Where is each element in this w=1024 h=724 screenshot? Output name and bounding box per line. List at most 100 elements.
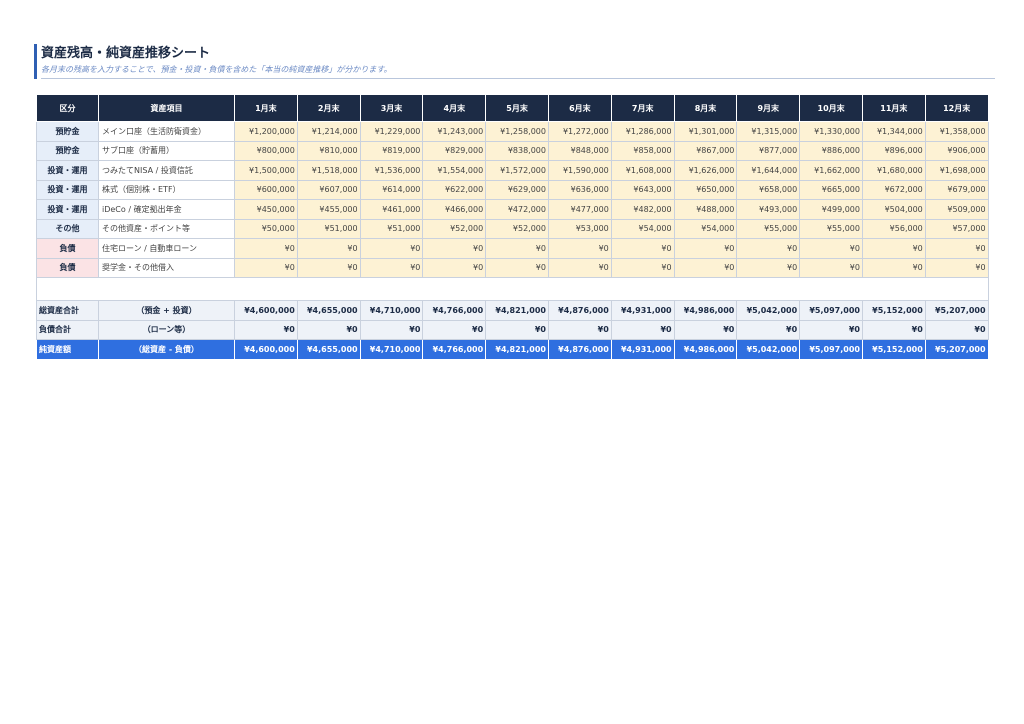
- value-input-cell[interactable]: ¥477,000: [547, 199, 612, 220]
- value-input-cell[interactable]: ¥0: [485, 238, 549, 259]
- value-input-cell[interactable]: ¥0: [234, 238, 298, 259]
- value-input-cell[interactable]: ¥0: [485, 257, 549, 278]
- value-input-cell[interactable]: ¥0: [234, 257, 298, 278]
- value-input-cell[interactable]: ¥53,000: [547, 218, 612, 239]
- value-input-cell[interactable]: ¥600,000: [234, 179, 298, 200]
- value-input-cell[interactable]: ¥679,000: [924, 179, 989, 200]
- value-input-cell[interactable]: ¥455,000: [296, 199, 361, 220]
- value-input-cell[interactable]: ¥509,000: [924, 199, 989, 220]
- value-input-cell[interactable]: ¥665,000: [799, 179, 863, 200]
- value-input-cell[interactable]: ¥0: [547, 257, 612, 278]
- value-input-cell[interactable]: ¥0: [673, 257, 738, 278]
- value-input-cell[interactable]: ¥1,315,000: [736, 121, 801, 142]
- value-input-cell[interactable]: ¥1,608,000: [610, 160, 675, 181]
- value-input-cell[interactable]: ¥51,000: [359, 218, 424, 239]
- value-input-cell[interactable]: ¥810,000: [296, 140, 361, 161]
- value-input-cell[interactable]: ¥55,000: [736, 218, 801, 239]
- item-cell[interactable]: サブ口座（貯蓄用）: [98, 140, 235, 161]
- value-input-cell[interactable]: ¥622,000: [422, 179, 487, 200]
- value-input-cell[interactable]: ¥1,200,000: [234, 121, 298, 142]
- value-input-cell[interactable]: ¥658,000: [736, 179, 801, 200]
- item-cell[interactable]: メイン口座（生活防衛資金）: [98, 121, 235, 142]
- value-input-cell[interactable]: ¥1,662,000: [799, 160, 863, 181]
- value-input-cell[interactable]: ¥472,000: [485, 199, 549, 220]
- value-input-cell[interactable]: ¥858,000: [610, 140, 675, 161]
- value-input-cell[interactable]: ¥1,286,000: [610, 121, 675, 142]
- value-input-cell[interactable]: ¥55,000: [799, 218, 863, 239]
- value-input-cell[interactable]: ¥650,000: [673, 179, 738, 200]
- value-input-cell[interactable]: ¥57,000: [924, 218, 989, 239]
- value-input-cell[interactable]: ¥0: [359, 257, 424, 278]
- value-input-cell[interactable]: ¥886,000: [799, 140, 863, 161]
- value-input-cell[interactable]: ¥1,644,000: [736, 160, 801, 181]
- item-cell[interactable]: 住宅ローン / 自動車ローン: [98, 238, 235, 259]
- value-input-cell[interactable]: ¥50,000: [234, 218, 298, 239]
- value-input-cell[interactable]: ¥488,000: [673, 199, 738, 220]
- value-input-cell[interactable]: ¥466,000: [422, 199, 487, 220]
- value-input-cell[interactable]: ¥52,000: [485, 218, 549, 239]
- value-input-cell[interactable]: ¥0: [610, 257, 675, 278]
- value-input-cell[interactable]: ¥0: [736, 257, 801, 278]
- value-input-cell[interactable]: ¥54,000: [673, 218, 738, 239]
- value-input-cell[interactable]: ¥819,000: [359, 140, 424, 161]
- value-input-cell[interactable]: ¥0: [799, 257, 863, 278]
- value-input-cell[interactable]: ¥629,000: [485, 179, 549, 200]
- value-input-cell[interactable]: ¥848,000: [547, 140, 612, 161]
- value-input-cell[interactable]: ¥51,000: [296, 218, 361, 239]
- value-input-cell[interactable]: ¥0: [296, 238, 361, 259]
- value-input-cell[interactable]: ¥1,590,000: [547, 160, 612, 181]
- value-input-cell[interactable]: ¥1,358,000: [924, 121, 989, 142]
- value-input-cell[interactable]: ¥0: [924, 257, 989, 278]
- value-input-cell[interactable]: ¥1,572,000: [485, 160, 549, 181]
- value-input-cell[interactable]: ¥614,000: [359, 179, 424, 200]
- value-input-cell[interactable]: ¥1,214,000: [296, 121, 361, 142]
- value-input-cell[interactable]: ¥0: [422, 238, 487, 259]
- item-cell[interactable]: iDeCo / 確定拠出年金: [98, 199, 235, 220]
- value-input-cell[interactable]: ¥0: [861, 238, 926, 259]
- value-input-cell[interactable]: ¥1,229,000: [359, 121, 424, 142]
- value-input-cell[interactable]: ¥1,518,000: [296, 160, 361, 181]
- value-input-cell[interactable]: ¥499,000: [799, 199, 863, 220]
- value-input-cell[interactable]: ¥1,243,000: [422, 121, 487, 142]
- value-input-cell[interactable]: ¥607,000: [296, 179, 361, 200]
- value-input-cell[interactable]: ¥0: [610, 238, 675, 259]
- value-input-cell[interactable]: ¥829,000: [422, 140, 487, 161]
- value-input-cell[interactable]: ¥493,000: [736, 199, 801, 220]
- value-input-cell[interactable]: ¥0: [799, 238, 863, 259]
- value-input-cell[interactable]: ¥1,554,000: [422, 160, 487, 181]
- value-input-cell[interactable]: ¥0: [359, 238, 424, 259]
- item-cell[interactable]: 株式（個別株・ETF）: [98, 179, 235, 200]
- value-input-cell[interactable]: ¥1,301,000: [673, 121, 738, 142]
- value-input-cell[interactable]: ¥54,000: [610, 218, 675, 239]
- value-input-cell[interactable]: ¥1,626,000: [673, 160, 738, 181]
- item-cell[interactable]: 奨学金・その他借入: [98, 257, 235, 278]
- value-input-cell[interactable]: ¥0: [296, 257, 361, 278]
- value-input-cell[interactable]: ¥906,000: [924, 140, 989, 161]
- value-input-cell[interactable]: ¥877,000: [736, 140, 801, 161]
- value-input-cell[interactable]: ¥56,000: [861, 218, 926, 239]
- item-cell[interactable]: つみたてNISA / 投資信託: [98, 160, 235, 181]
- value-input-cell[interactable]: ¥867,000: [673, 140, 738, 161]
- value-input-cell[interactable]: ¥461,000: [359, 199, 424, 220]
- value-input-cell[interactable]: ¥896,000: [861, 140, 926, 161]
- value-input-cell[interactable]: ¥1,698,000: [924, 160, 989, 181]
- value-input-cell[interactable]: ¥643,000: [610, 179, 675, 200]
- value-input-cell[interactable]: ¥1,344,000: [861, 121, 926, 142]
- value-input-cell[interactable]: ¥0: [673, 238, 738, 259]
- value-input-cell[interactable]: ¥838,000: [485, 140, 549, 161]
- value-input-cell[interactable]: ¥1,680,000: [861, 160, 926, 181]
- value-input-cell[interactable]: ¥1,330,000: [799, 121, 863, 142]
- value-input-cell[interactable]: ¥504,000: [861, 199, 926, 220]
- value-input-cell[interactable]: ¥1,536,000: [359, 160, 424, 181]
- item-cell[interactable]: その他資産・ポイント等: [98, 218, 235, 239]
- value-input-cell[interactable]: ¥0: [547, 238, 612, 259]
- value-input-cell[interactable]: ¥672,000: [861, 179, 926, 200]
- value-input-cell[interactable]: ¥636,000: [547, 179, 612, 200]
- value-input-cell[interactable]: ¥0: [924, 238, 989, 259]
- value-input-cell[interactable]: ¥0: [422, 257, 487, 278]
- value-input-cell[interactable]: ¥1,272,000: [547, 121, 612, 142]
- value-input-cell[interactable]: ¥52,000: [422, 218, 487, 239]
- value-input-cell[interactable]: ¥450,000: [234, 199, 298, 220]
- value-input-cell[interactable]: ¥482,000: [610, 199, 675, 220]
- value-input-cell[interactable]: ¥800,000: [234, 140, 298, 161]
